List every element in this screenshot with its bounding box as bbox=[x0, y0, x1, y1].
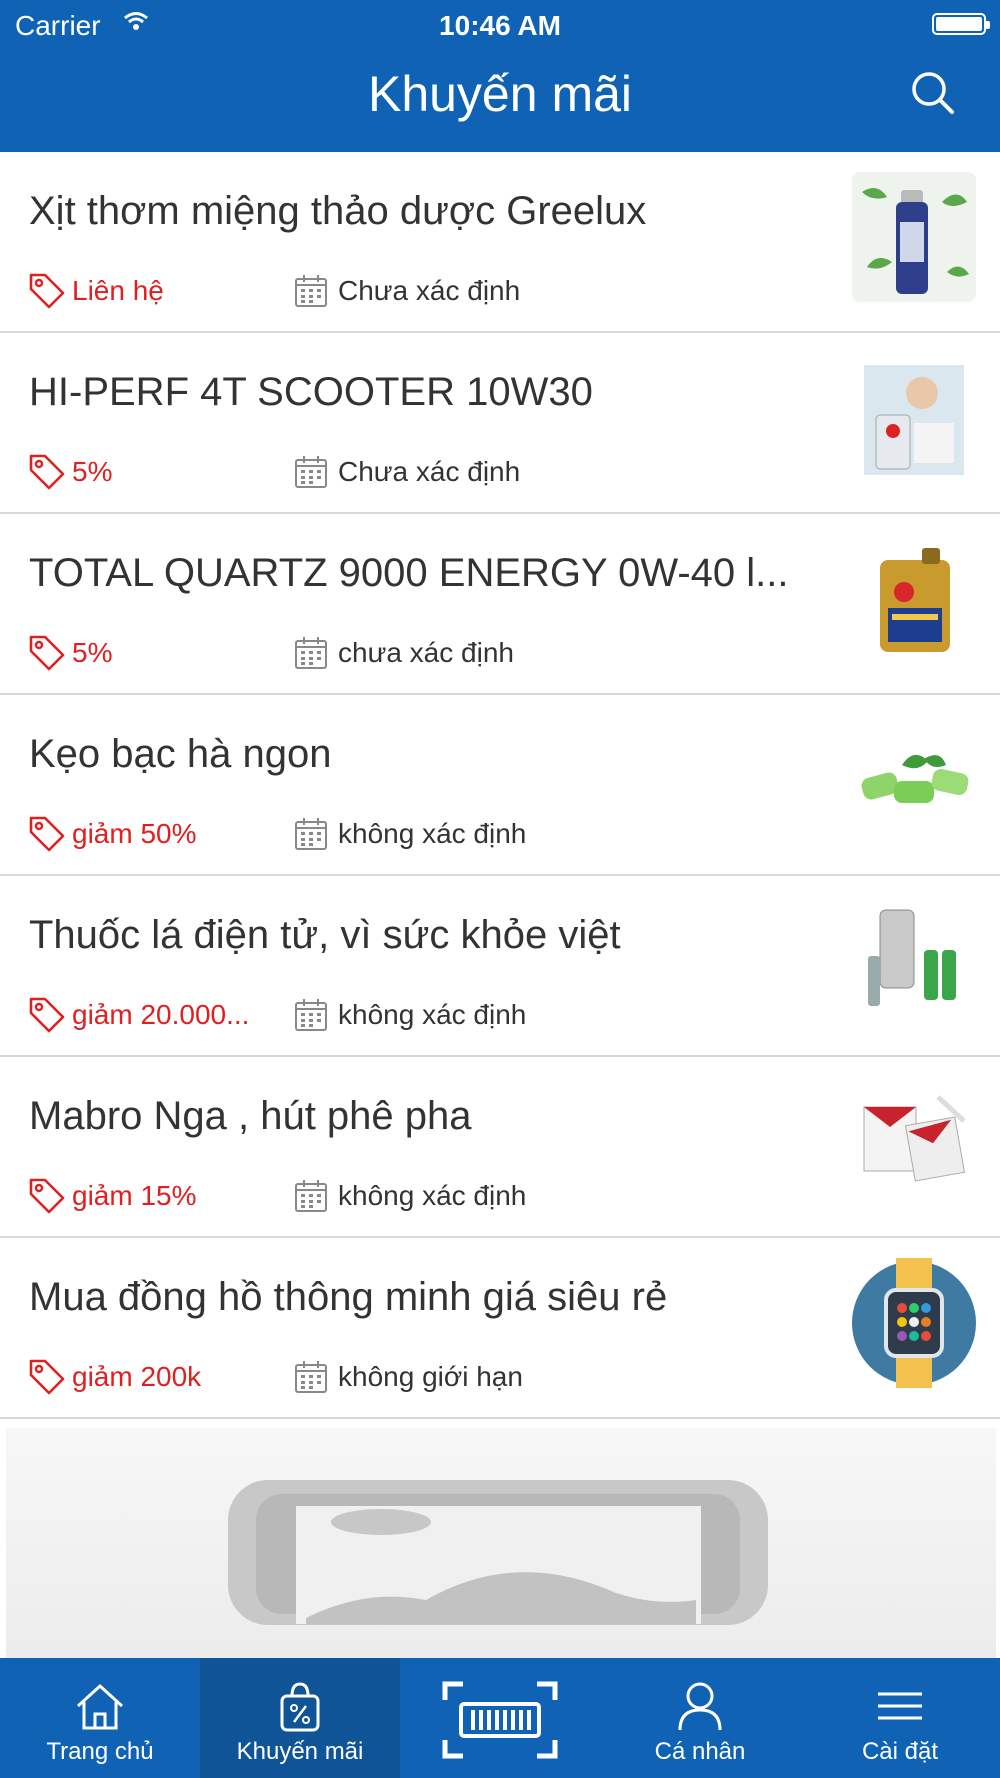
product-image-mint-gum bbox=[852, 715, 976, 845]
banner-placeholder[interactable] bbox=[6, 1428, 996, 1658]
product-image-spray bbox=[852, 172, 976, 302]
calendar-icon bbox=[295, 456, 327, 488]
promotion-title: Thuốc lá điện tử, vì sức khỏe việt bbox=[29, 913, 621, 957]
product-image-cigarette-pack bbox=[852, 1077, 976, 1207]
discount-label: giảm 50% bbox=[72, 818, 197, 849]
tag-icon bbox=[29, 1178, 65, 1214]
date-label: Chưa xác định bbox=[338, 275, 521, 306]
date-label: không xác định bbox=[338, 1180, 527, 1211]
calendar-icon bbox=[295, 637, 327, 669]
discount-label: 5% bbox=[72, 456, 113, 487]
calendar-icon bbox=[295, 1180, 327, 1212]
product-image-scooter-oil bbox=[852, 353, 976, 483]
search-button[interactable] bbox=[910, 70, 956, 116]
promotion-item[interactable]: Mua đồng hồ thông minh giá siêu rẻ giảm … bbox=[0, 1238, 1000, 1419]
discount-label: giảm 15% bbox=[72, 1180, 197, 1211]
product-image-engine-oil bbox=[852, 534, 976, 664]
date-label: chưa xác định bbox=[338, 637, 514, 668]
date-label: không giới hạn bbox=[338, 1361, 523, 1392]
status-bar: Carrier 10:46 AM bbox=[0, 0, 1000, 50]
promotion-title: Kẹo bạc hà ngon bbox=[29, 732, 332, 776]
product-image-smartwatch bbox=[852, 1258, 976, 1388]
calendar-icon bbox=[295, 275, 327, 307]
tab-profile[interactable]: Cá nhân bbox=[600, 1658, 800, 1778]
clock: 10:46 AM bbox=[439, 10, 561, 41]
tag-icon bbox=[29, 997, 65, 1033]
tab-label: Khuyến mãi bbox=[236, 1738, 364, 1765]
menu-icon bbox=[878, 1692, 922, 1720]
tab-label: Trang chủ bbox=[46, 1738, 154, 1765]
date-label: không xác định bbox=[338, 999, 527, 1030]
promotion-item[interactable]: Kẹo bạc hà ngon giảm 50% không xác định bbox=[0, 695, 1000, 876]
discount-label: giảm 200k bbox=[72, 1361, 202, 1392]
promotion-item[interactable]: Mabro Nga , hút phê pha giảm 15% không x… bbox=[0, 1057, 1000, 1238]
promotion-title: HI-PERF 4T SCOOTER 10W30 bbox=[29, 370, 593, 414]
page-title: Khuyến mãi bbox=[367, 66, 633, 122]
tab-label: Cá nhân bbox=[654, 1738, 746, 1765]
bottom-tab-bar: Trang chủ Khuyến mãi Cá nhân Cài đặt bbox=[0, 1658, 1000, 1778]
promotion-item[interactable]: TOTAL QUARTZ 9000 ENERGY 0W-40 l... 5% c… bbox=[0, 514, 1000, 695]
promotion-item[interactable]: Xịt thơm miệng thảo dược Greelux Liên hệ… bbox=[0, 152, 1000, 333]
tag-icon bbox=[29, 454, 65, 490]
promotion-list: Xịt thơm miệng thảo dược Greelux Liên hệ… bbox=[0, 152, 1000, 1419]
promotion-item[interactable]: HI-PERF 4T SCOOTER 10W30 5% Chưa xác địn… bbox=[0, 333, 1000, 514]
user-icon bbox=[678, 1682, 722, 1731]
tab-scanner[interactable] bbox=[400, 1658, 600, 1778]
home-icon bbox=[76, 1684, 124, 1730]
app-header: Carrier 10:46 AM Khuyến mãi bbox=[0, 0, 1000, 152]
tab-label: Cài đặt bbox=[861, 1738, 939, 1765]
tag-icon bbox=[29, 816, 65, 852]
date-label: Chưa xác định bbox=[338, 456, 521, 487]
promotion-item[interactable]: Thuốc lá điện tử, vì sức khỏe việt giảm … bbox=[0, 876, 1000, 1057]
calendar-icon bbox=[295, 1361, 327, 1393]
tag-icon bbox=[29, 635, 65, 671]
tag-icon bbox=[29, 273, 65, 309]
calendar-icon bbox=[295, 999, 327, 1031]
date-label: không xác định bbox=[338, 818, 527, 849]
discount-label: Liên hệ bbox=[72, 275, 164, 306]
promotion-title: Mabro Nga , hút phê pha bbox=[29, 1094, 472, 1138]
calendar-icon bbox=[295, 818, 327, 850]
discount-label: 5% bbox=[72, 637, 113, 668]
promotion-title: Xịt thơm miệng thảo dược Greelux bbox=[29, 189, 647, 233]
tag-icon bbox=[29, 1359, 65, 1395]
battery-icon bbox=[932, 13, 990, 35]
promotion-title: TOTAL QUARTZ 9000 ENERGY 0W-40 l... bbox=[29, 551, 789, 595]
search-icon bbox=[912, 72, 954, 114]
shopping-bag-percent-icon bbox=[280, 1682, 320, 1732]
tab-home[interactable]: Trang chủ bbox=[0, 1658, 200, 1778]
tab-settings[interactable]: Cài đặt bbox=[800, 1658, 1000, 1778]
discount-label: giảm 20.000... bbox=[72, 999, 250, 1030]
product-image-e-cigarette bbox=[852, 896, 976, 1026]
image-placeholder-icon bbox=[228, 1480, 768, 1625]
promotion-title: Mua đồng hồ thông minh giá siêu rẻ bbox=[29, 1275, 668, 1319]
tab-promotions[interactable]: Khuyến mãi bbox=[200, 1658, 400, 1778]
barcode-scanner-icon bbox=[442, 1681, 558, 1759]
